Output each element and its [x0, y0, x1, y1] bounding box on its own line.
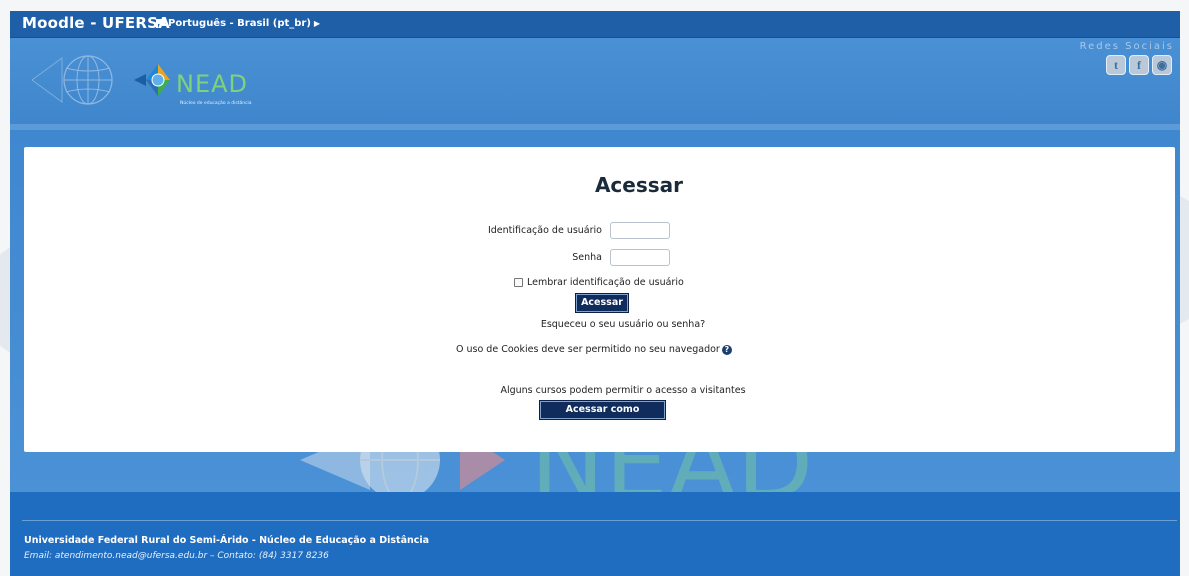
cookies-text: O uso de Cookies deve ser permitido no s…: [456, 344, 720, 355]
username-label: Identificação de usuário: [487, 225, 602, 236]
remember-checkbox[interactable]: [514, 278, 523, 287]
flag-icon: [156, 19, 165, 28]
password-row: Senha: [462, 249, 670, 266]
username-row: Identificação de usuário: [462, 222, 670, 239]
help-icon[interactable]: ?: [721, 344, 732, 355]
guest-notice: Alguns cursos podem permitir o acesso a …: [500, 385, 746, 396]
site-brand-link[interactable]: Moodle - UFERSA: [22, 14, 170, 32]
social-icons: t f ◉: [1106, 55, 1172, 75]
facebook-icon[interactable]: f: [1129, 55, 1149, 75]
login-button[interactable]: Acessar: [576, 294, 628, 312]
remember-label: Lembrar identificação de usuário: [527, 277, 684, 288]
password-label: Senha: [572, 252, 602, 263]
login-title: Acessar: [594, 173, 684, 197]
footer-title: Universidade Federal Rural do Semi-Árido…: [24, 535, 430, 546]
other-social-icon[interactable]: ◉: [1152, 55, 1172, 75]
username-input[interactable]: [610, 222, 670, 239]
footer-divider: [22, 520, 1177, 521]
nead-logo[interactable]: NEAD Núcleo de educação a distância: [30, 44, 290, 120]
main-content: NEAD Acessar Identificação de usuário Se…: [10, 130, 1180, 492]
svg-text:NEAD: NEAD: [176, 70, 248, 98]
moodle-page: Moodle - UFERSA Português - Brasil (pt_b…: [10, 11, 1180, 576]
top-navbar: Moodle - UFERSA Português - Brasil (pt_b…: [10, 11, 1180, 38]
login-panel: Acessar Identificação de usuário Senha L…: [24, 147, 1175, 452]
twitter-icon[interactable]: t: [1106, 55, 1126, 75]
svg-text:Núcleo de educação a distância: Núcleo de educação a distância: [180, 99, 252, 106]
language-label: Português - Brasil (pt_br): [168, 18, 311, 29]
password-input[interactable]: [610, 249, 670, 266]
guest-login-button[interactable]: Acessar como visitante: [540, 401, 665, 431]
footer-contact: Email: atendimento.nead@ufersa.edu.br – …: [24, 551, 329, 561]
language-menu[interactable]: Português - Brasil (pt_br) ▶: [156, 18, 320, 29]
caret-right-icon: ▶: [313, 19, 321, 28]
social-title: Redes Sociais: [1079, 41, 1174, 52]
site-header: NEAD Núcleo de educação a distância Rede…: [10, 38, 1180, 124]
site-footer: Universidade Federal Rural do Semi-Árido…: [10, 492, 1180, 576]
remember-row[interactable]: Lembrar identificação de usuário: [514, 277, 684, 288]
nead-logo-graphic: NEAD Núcleo de educação a distância: [31, 55, 252, 106]
cookies-notice: O uso de Cookies deve ser permitido no s…: [456, 344, 732, 355]
forgot-password-link[interactable]: Esqueceu o seu usuário ou senha?: [24, 319, 1180, 330]
